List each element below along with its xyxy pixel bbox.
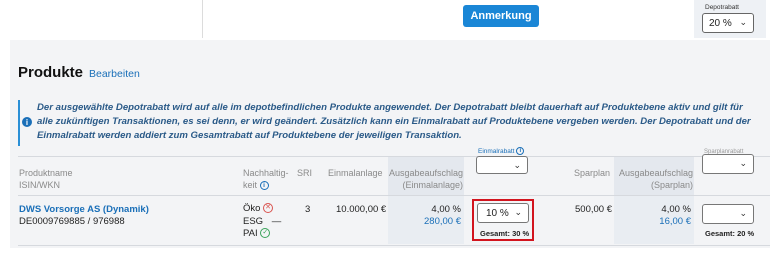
info-text: Der ausgewählte Depotrabatt wird auf all… (37, 101, 769, 143)
esg-value: — (271, 215, 282, 227)
header-nachhaltigkeit: Nachhaltig- keit i (243, 168, 289, 191)
info-line: Der ausgewählte Depotrabatt wird auf all… (37, 102, 743, 113)
cross-circle-icon: ✕ (263, 203, 274, 214)
sri-value: 3 (305, 204, 311, 215)
oeko-label: Öko (243, 203, 261, 214)
chevron-down-icon: ⌄ (739, 208, 747, 218)
chevron-down-icon: ⌄ (513, 160, 521, 170)
sparplan-total: Gesamt: 20 % (705, 229, 755, 238)
info-line: alle zukünftigen Transaktionen, es sei d… (37, 116, 751, 127)
header-einmalanlage: Einmalanlage (328, 168, 383, 178)
info-icon[interactable]: i (516, 147, 525, 156)
header-produktname: Produktname ISIN/WKN (19, 168, 73, 190)
esg-label: ESG (243, 215, 264, 227)
ausgabe-spar-eur: 16,00 € (659, 216, 691, 227)
highlight-box (472, 199, 534, 241)
edit-link[interactable]: Bearbeiten (89, 68, 140, 80)
einmalanlage-value: 10.000,00 € (336, 204, 387, 215)
sparplan-value: 500,00 € (575, 204, 612, 215)
depotrabatt-value: 20 % (709, 17, 732, 29)
pai-label: PAI (243, 228, 258, 239)
check-circle-icon: ✓ (260, 228, 271, 239)
info-icon[interactable]: i (259, 181, 269, 191)
header-sparplan: Sparplan (574, 168, 611, 178)
info-icon: i (22, 117, 32, 127)
ausgabe-spar-pct: 4,00 % (661, 204, 691, 215)
ausgabe-einmal-pct: 4,00 % (431, 204, 461, 215)
depotrabatt-select[interactable]: 20 % ⌄ (702, 13, 754, 33)
sparplanrabatt-empty-select[interactable]: ⌄ (702, 154, 754, 174)
section-title: Produkte (18, 64, 84, 81)
row-bottom-rule (18, 245, 770, 246)
header-sri: SRI (297, 168, 313, 178)
header-ausgabe-einmal: Ausgabeaufschlag (Einmalanlage) (389, 168, 464, 190)
info-line: Einmalrabatt werden addiert zum Gesamtra… (37, 130, 462, 141)
depotrabatt-label: Depotrabatt (705, 4, 739, 11)
nachhaltigkeit-cell: Öko ✕ ESG — PAI ✓ (243, 203, 281, 241)
chevron-down-icon: ⌄ (739, 158, 747, 168)
sparplanrabatt-select[interactable]: ⌄ (702, 204, 754, 224)
chevron-down-icon: ⌄ (739, 17, 747, 27)
header-ausgabe-spar: Ausgabeaufschlag (Sparplan) (618, 168, 693, 190)
top-bar (0, 0, 776, 38)
product-name-link[interactable]: DWS Vorsorge AS (Dynamik) (19, 204, 149, 215)
anmerkung-button[interactable]: Anmerkung (463, 5, 539, 27)
header-bottom-rule (18, 195, 770, 196)
ausgabe-einmal-eur: 280,00 € (424, 216, 461, 227)
einmalrabatt-empty-select[interactable]: ⌄ (476, 156, 528, 174)
isin-wkn: DE0009769885 / 976988 (19, 216, 125, 227)
divider (202, 0, 203, 38)
header-top-rule (18, 156, 770, 157)
